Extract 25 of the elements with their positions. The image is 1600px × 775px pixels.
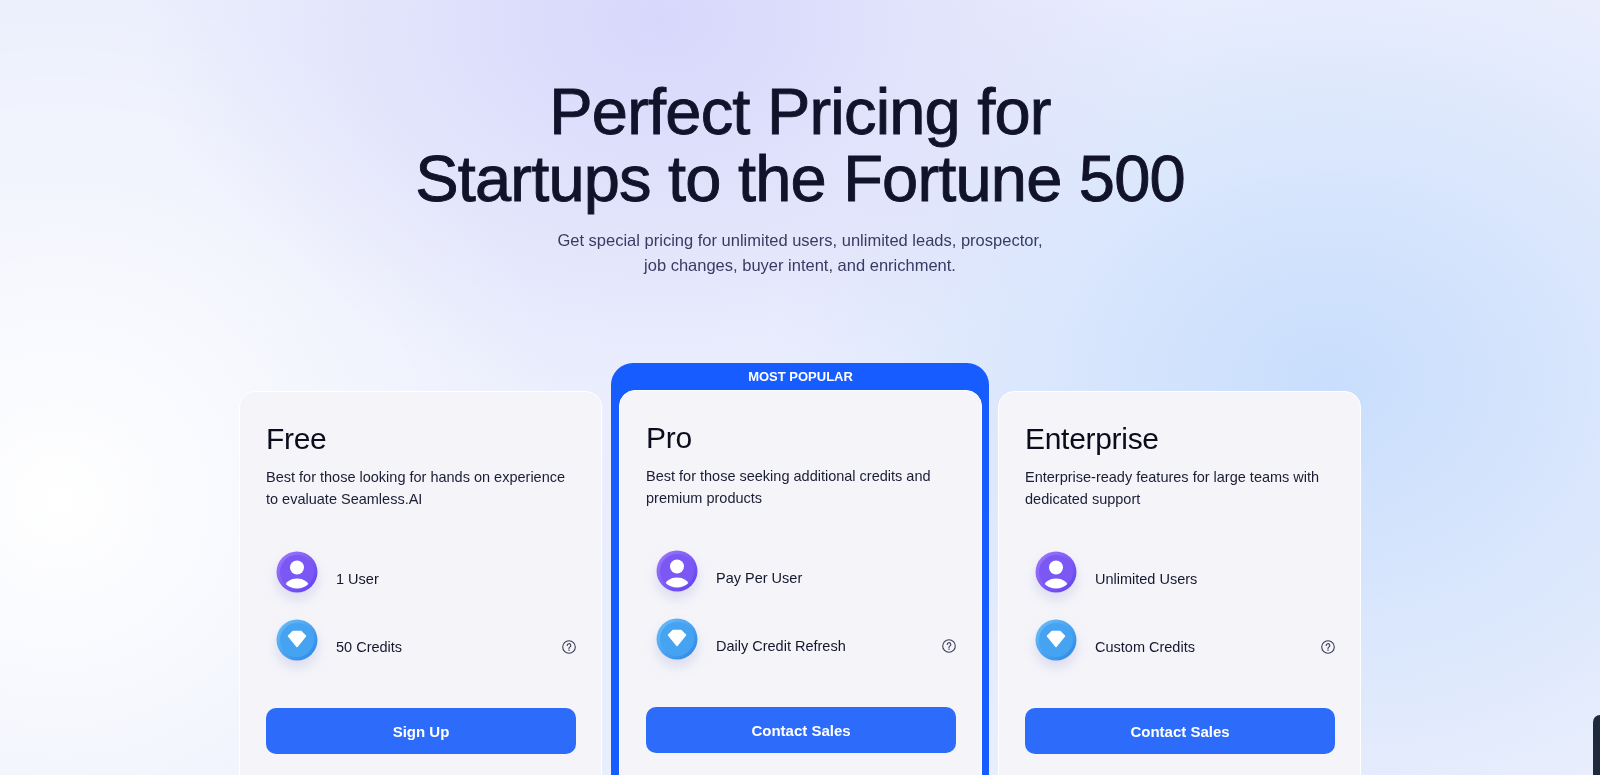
- plan-action-button[interactable]: Contact Sales: [1025, 708, 1335, 754]
- help-icon[interactable]: [1321, 640, 1335, 654]
- plan-action-button[interactable]: Sign Up: [266, 708, 576, 754]
- help-icon[interactable]: [942, 639, 956, 653]
- feature-label: Custom Credits: [1095, 639, 1196, 655]
- most-popular-label: MOST POPULAR: [748, 368, 853, 386]
- feature-label: 1 User: [336, 571, 380, 587]
- help-icon[interactable]: [562, 640, 576, 654]
- user-icon: [1035, 551, 1077, 593]
- user-icon: [656, 550, 698, 592]
- feature-label: Unlimited Users: [1095, 571, 1199, 587]
- feature-label: 50 Credits: [336, 639, 404, 655]
- plan-action-button[interactable]: Contact Sales: [646, 707, 956, 753]
- page-title: Perfect Pricing for Startups to the Fortune 500: [414, 78, 1186, 212]
- plan-description: Best for those seeking additional credits and premium products: [646, 467, 932, 508]
- plan-description: Enterprise-ready features for large teams with dedicated support: [1025, 468, 1321, 509]
- feature-label: Daily Credit Refresh: [716, 638, 847, 654]
- plan-name: Enterprise: [1025, 421, 1160, 457]
- plan-description: Best for those looking for hands on experience to evaluate Seamless.AI: [266, 468, 567, 509]
- plan-name: Pro: [646, 420, 693, 456]
- plan-name: Free: [266, 421, 328, 457]
- feature-label: Pay Per User: [716, 570, 804, 586]
- user-icon: [276, 551, 318, 593]
- dark-panel-edge: [1593, 715, 1600, 775]
- page-subtitle: Get special pricing for unlimited users, unlimited leads, prospector, job changes, buyer intent, and enrichment.: [556, 230, 1044, 276]
